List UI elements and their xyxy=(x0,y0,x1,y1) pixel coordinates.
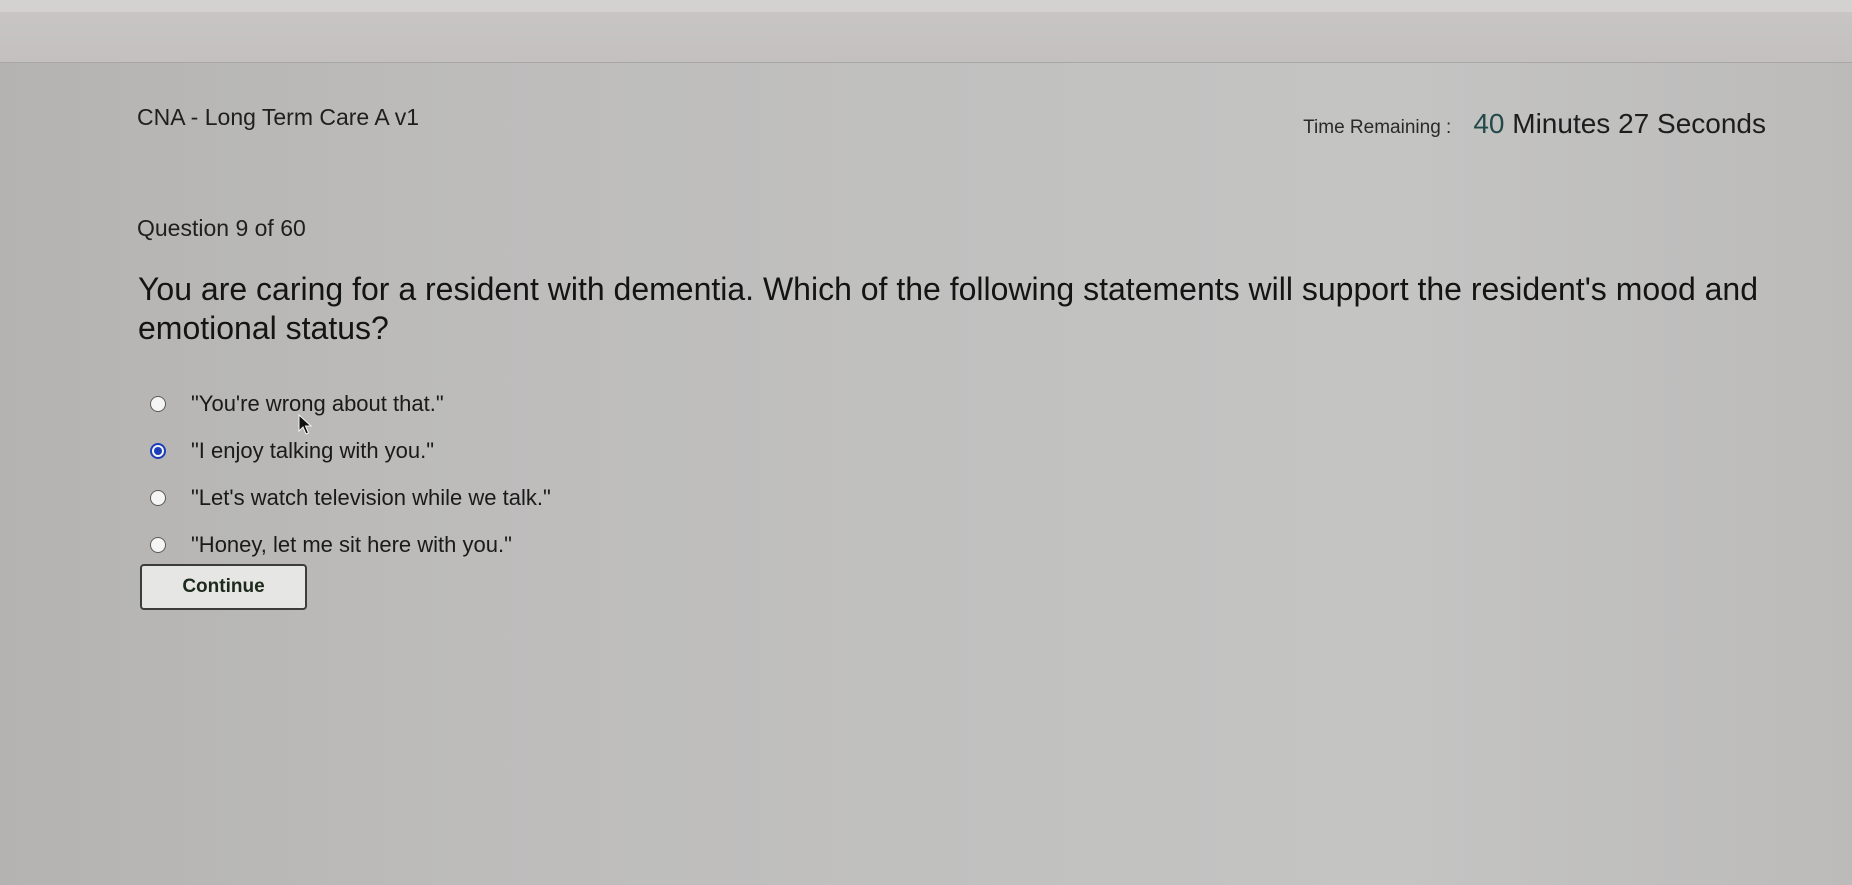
answer-option-label: "You're wrong about that." xyxy=(191,390,444,416)
question-counter: Question 9 of 60 xyxy=(137,215,306,241)
browser-top-band xyxy=(0,0,1852,63)
time-remaining-value: 40 Minutes 27 Seconds xyxy=(1473,108,1766,140)
time-remaining-label: Time Remaining : xyxy=(1303,117,1452,138)
time-remaining: Time Remaining : 40 Minutes 27 Seconds xyxy=(1303,108,1766,140)
answer-option-4[interactable]: "Honey, let me sit here with you." xyxy=(150,521,551,568)
question-text: You are caring for a resident with demen… xyxy=(138,271,1759,346)
answer-option-2[interactable]: "I enjoy talking with you." xyxy=(150,427,551,474)
radio-button[interactable] xyxy=(150,536,166,553)
continue-button[interactable]: Continue xyxy=(140,564,307,610)
answer-option-label: "I enjoy talking with you." xyxy=(191,437,435,463)
timer-minutes-unit: Minutes xyxy=(1512,108,1611,139)
radio-button[interactable] xyxy=(150,395,166,412)
timer-minutes: 40 xyxy=(1473,108,1505,139)
mouse-pointer-icon xyxy=(298,414,312,435)
answer-option-3[interactable]: "Let's watch television while we talk." xyxy=(150,474,551,521)
answer-option-label: "Honey, let me sit here with you." xyxy=(191,531,512,557)
radio-button[interactable] xyxy=(150,489,166,506)
answer-option-1[interactable]: "You're wrong about that." xyxy=(150,380,551,427)
radio-button-selected[interactable] xyxy=(150,442,166,459)
answer-options: "You're wrong about that." "I enjoy talk… xyxy=(150,380,551,568)
timer-seconds-unit: Seconds xyxy=(1657,108,1766,139)
timer-seconds: 27 xyxy=(1618,108,1650,139)
answer-option-label: "Let's watch television while we talk." xyxy=(191,484,551,510)
app-title: CNA - Long Term Care A v1 xyxy=(137,104,420,130)
